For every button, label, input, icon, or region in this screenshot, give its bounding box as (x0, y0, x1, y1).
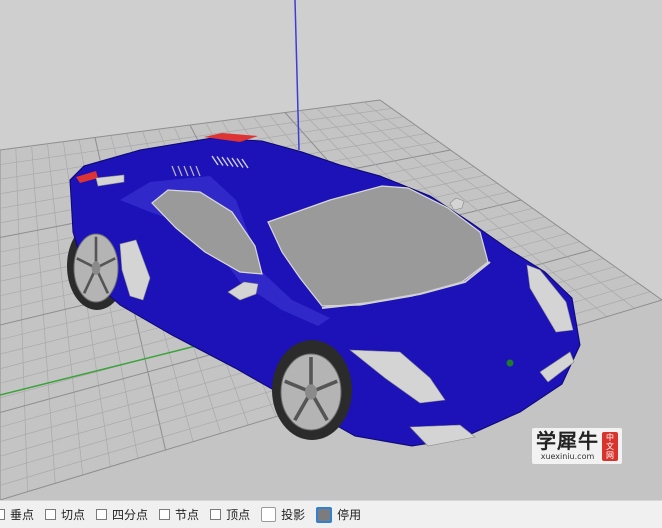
watermark-url: xuexiniu.com (540, 452, 595, 461)
osnap-perpendicular[interactable]: 垂点 (0, 508, 34, 522)
osnap-perpendicular-checkbox[interactable] (0, 509, 5, 520)
rim-hub (91, 261, 101, 275)
osnap-tangent-checkbox[interactable] (45, 509, 57, 520)
osnap-disable-checkbox[interactable] (316, 506, 333, 523)
seal-char: 中 (606, 432, 614, 442)
osnap-tangent-label: 切点 (61, 507, 86, 522)
seal-char: 网 (606, 450, 614, 460)
osnap-project-checkbox[interactable] (261, 507, 277, 522)
viewport-scene[interactable] (0, 0, 662, 500)
osnap-vertex-checkbox[interactable] (210, 509, 222, 520)
osnap-statusbar: 垂点 切点 四分点 节点 顶点 投影 停用 (0, 500, 662, 528)
osnap-knot[interactable]: 节点 (159, 508, 199, 522)
osnap-quadrant-label: 四分点 (112, 507, 149, 522)
osnap-disable-label: 停用 (337, 507, 362, 522)
seal-char: 文 (606, 441, 614, 451)
osnap-perpendicular-label: 垂点 (10, 507, 35, 522)
rear-wheel-rim (73, 233, 119, 303)
osnap-quadrant[interactable]: 四分点 (96, 508, 148, 522)
perspective-viewport[interactable]: 学犀牛 xuexiniu.com 中 文 网 (0, 0, 662, 500)
osnap-quadrant-checkbox[interactable] (96, 509, 108, 520)
osnap-tangent[interactable]: 切点 (45, 508, 85, 522)
osnap-project-label: 投影 (281, 507, 306, 522)
osnap-project[interactable]: 投影 (261, 507, 305, 522)
osnap-vertex-label: 顶点 (226, 507, 251, 522)
watermark-seal: 中 文 网 (602, 431, 618, 461)
osnap-vertex[interactable]: 顶点 (210, 508, 250, 522)
osnap-knot-checkbox[interactable] (159, 509, 171, 520)
rim-hub (305, 384, 317, 400)
osnap-knot-label: 节点 (175, 507, 200, 522)
front-wheel-rim (280, 353, 342, 431)
front-badge (506, 359, 514, 367)
osnap-disable[interactable]: 停用 (316, 506, 362, 523)
watermark-logo: 学犀牛 xuexiniu.com 中 文 网 (532, 428, 622, 464)
watermark-chinese-text: 学犀牛 (536, 429, 599, 453)
